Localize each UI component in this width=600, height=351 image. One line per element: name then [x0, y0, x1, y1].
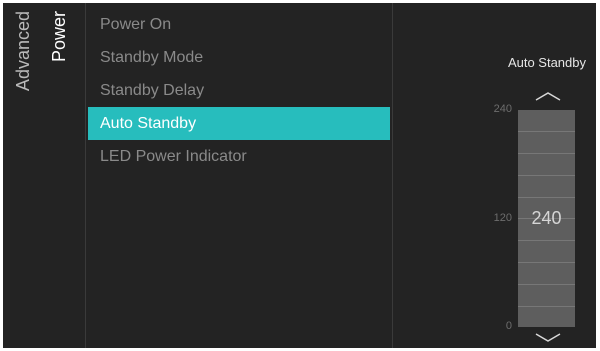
- slider-gridline: [518, 153, 575, 154]
- slider-gridline: [518, 197, 575, 198]
- left-divider: [85, 3, 86, 348]
- slider-gridline: [518, 306, 575, 307]
- breadcrumb: Advanced Power: [3, 3, 85, 348]
- tick-label-max: 240: [493, 103, 512, 115]
- chevron-up-icon[interactable]: [534, 91, 562, 101]
- slider-gridline: [518, 284, 575, 285]
- menu-item-standby-delay[interactable]: Standby Delay: [88, 74, 390, 107]
- slider-gridline: [518, 262, 575, 263]
- slider-gridline: [518, 131, 575, 132]
- menu-item-standby-mode[interactable]: Standby Mode: [88, 41, 390, 74]
- chevron-down-icon[interactable]: [534, 333, 562, 343]
- slider-title: Auto Standby: [507, 55, 586, 70]
- menu-item-auto-standby[interactable]: Auto Standby: [88, 107, 390, 140]
- breadcrumb-advanced[interactable]: Advanced: [13, 11, 33, 91]
- power-menu: Power On Standby Mode Standby Delay Auto…: [88, 8, 390, 173]
- tick-label-mid: 120: [493, 212, 512, 224]
- tick-label-min: 0: [505, 320, 512, 332]
- slider-gridline: [518, 175, 575, 176]
- slider-value: 240: [531, 208, 562, 228]
- menu-item-led-power-indicator[interactable]: LED Power Indicator: [88, 140, 390, 173]
- breadcrumb-power: Power: [49, 11, 69, 63]
- slider-gridline: [518, 240, 575, 241]
- tv-settings-screen: Advanced Power Power On Standby Mode Sta…: [3, 3, 596, 348]
- menu-item-power-on[interactable]: Power On: [88, 8, 390, 41]
- auto-standby-slider[interactable]: 240: [518, 110, 575, 327]
